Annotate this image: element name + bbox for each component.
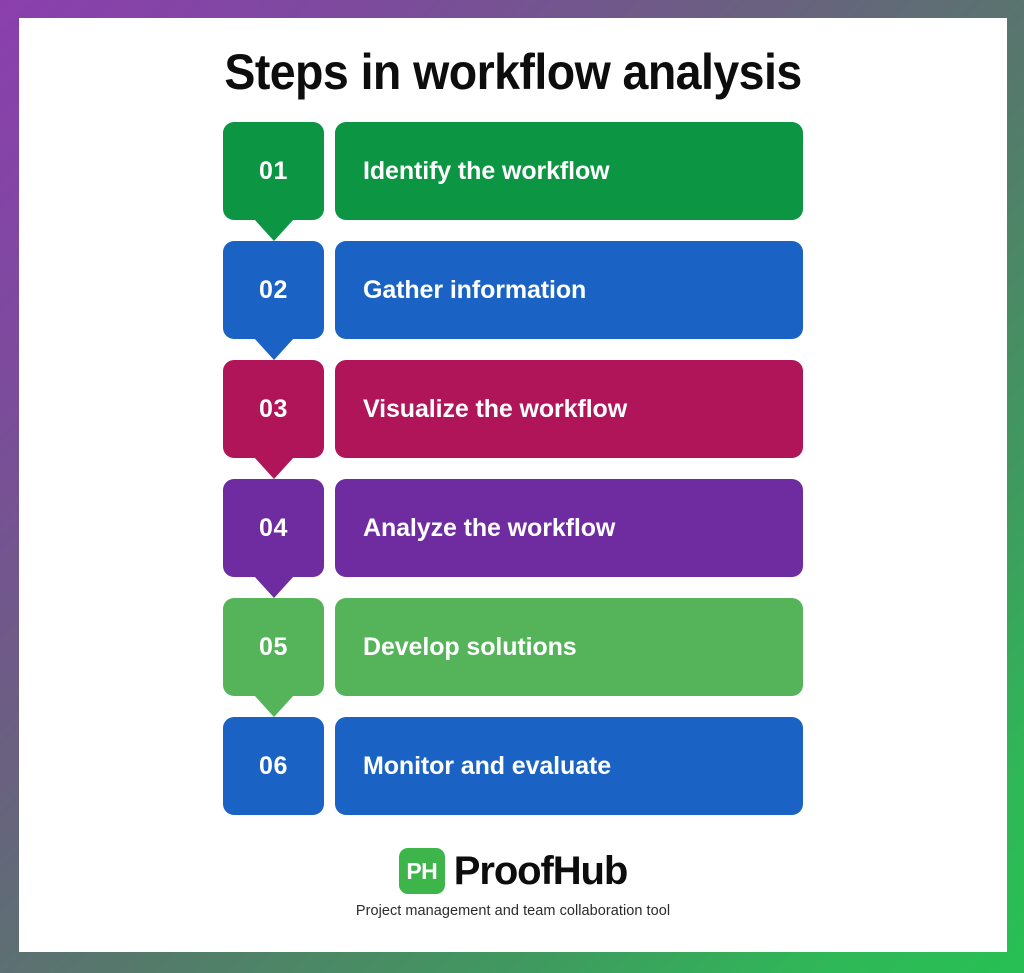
- step-number-badge: 06: [223, 717, 324, 815]
- step-row: 04 Analyze the workflow: [223, 479, 803, 598]
- step-label-text: Gather information: [363, 275, 587, 304]
- step-arrow-down-icon: [253, 219, 294, 241]
- step-row: 05 Develop solutions: [223, 598, 803, 717]
- step-label-text: Analyze the workflow: [363, 513, 616, 542]
- poster-inner-panel: Steps in workflow analysis 01 Identify th…: [19, 18, 1007, 952]
- page-title: Steps in workflow analysis: [224, 44, 802, 100]
- step-number-badge: 01: [223, 122, 324, 241]
- step-label-bar: Analyze the workflow: [335, 479, 803, 577]
- step-label-bar: Monitor and evaluate: [335, 717, 803, 815]
- step-number: 05: [258, 632, 288, 661]
- step-number: 01: [258, 156, 288, 185]
- step-row: 06 Monitor and evaluate: [223, 717, 803, 815]
- step-arrow-down-icon: [253, 576, 294, 598]
- proofhub-logo-mark-icon: PH: [398, 848, 445, 894]
- step-label-bar: Develop solutions: [335, 598, 803, 696]
- step-row: 01 Identify the workflow: [223, 122, 803, 241]
- step-arrow-down-icon: [253, 338, 294, 360]
- step-number: 02: [258, 275, 288, 304]
- step-label-bar: Gather information: [335, 241, 803, 339]
- step-label-text: Develop solutions: [363, 632, 577, 661]
- infographic-poster: Steps in workflow analysis 01 Identify th…: [0, 0, 1024, 973]
- step-number-badge: 03: [223, 360, 324, 479]
- proofhub-wordmark: ProofHub: [453, 849, 628, 893]
- brand-tagline: Project management and team collaboratio…: [355, 903, 671, 919]
- step-row: 03 Visualize the workflow: [223, 360, 803, 479]
- steps-list: 01 Identify the workflow 02 Gather informat…: [223, 100, 803, 815]
- step-number: 06: [258, 751, 288, 780]
- step-label-text: Identify the workflow: [363, 156, 610, 185]
- step-arrow-down-icon: [253, 695, 294, 717]
- step-label-bar: Visualize the workflow: [335, 360, 803, 458]
- step-label-text: Monitor and evaluate: [363, 751, 612, 780]
- step-number-badge: 05: [223, 598, 324, 717]
- step-number: 03: [258, 394, 288, 423]
- step-number-badge: 04: [223, 479, 324, 598]
- proofhub-logo: PH ProofHub: [398, 848, 628, 894]
- step-label-bar: Identify the workflow: [335, 122, 803, 220]
- step-label-text: Visualize the workflow: [363, 394, 628, 423]
- step-row: 02 Gather information: [223, 241, 803, 360]
- step-number: 04: [258, 513, 288, 542]
- step-arrow-down-icon: [253, 457, 294, 479]
- step-number-badge: 02: [223, 241, 324, 360]
- footer: PH ProofHub Project management and team …: [19, 848, 1007, 919]
